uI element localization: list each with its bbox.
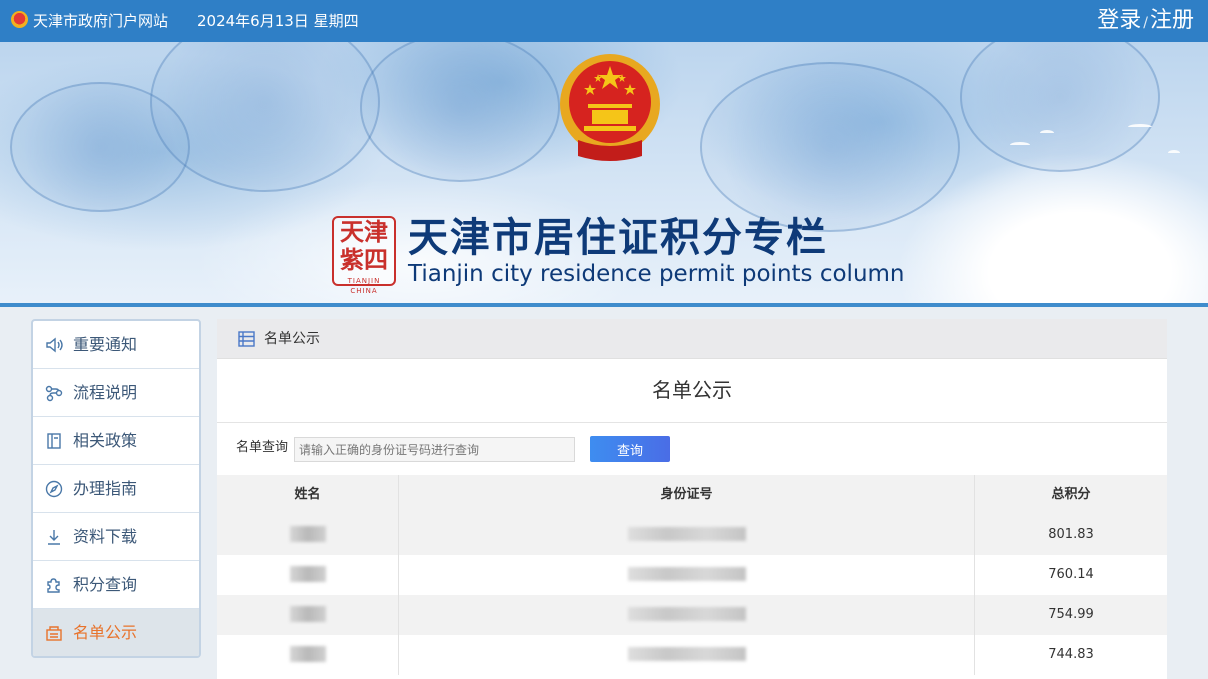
decor-rose bbox=[700, 62, 960, 232]
header-total-points: 总积分 bbox=[1051, 487, 1091, 502]
main-panel: 名单公示 名单公示 名单查询 查询 姓名 身份证号 总积分 801.83 760… bbox=[217, 319, 1167, 679]
banner-title: 天津市居住证积分专栏 bbox=[408, 215, 828, 261]
score-cell: 801.83 bbox=[1048, 527, 1094, 542]
download-icon bbox=[48, 530, 60, 545]
banner-divider bbox=[0, 303, 1208, 307]
list-icon bbox=[238, 331, 255, 347]
sidebar-item-label: 流程说明 bbox=[73, 383, 138, 402]
redacted-name bbox=[289, 605, 326, 622]
decor-bird bbox=[1168, 150, 1180, 156]
decor-bird bbox=[1128, 124, 1152, 130]
national-emblem-icon bbox=[11, 11, 28, 28]
auth-links: 登录/注册 bbox=[1097, 7, 1194, 37]
redacted-id bbox=[627, 606, 746, 621]
breadcrumb: 名单公示 bbox=[217, 319, 1167, 359]
sidebar-item-guide[interactable]: 办理指南 bbox=[33, 465, 199, 513]
table-row: 754.99 bbox=[217, 595, 1167, 635]
auth-separator: / bbox=[1143, 15, 1148, 31]
query-label: 名单查询 bbox=[236, 440, 289, 455]
name-cell bbox=[217, 635, 398, 675]
redacted-id bbox=[627, 566, 746, 581]
redacted-id bbox=[627, 526, 746, 541]
table-header-row: 姓名 身份证号 总积分 bbox=[217, 475, 1167, 515]
sidebar-item-list-publicity[interactable]: 名单公示 bbox=[33, 609, 199, 656]
national-emblem bbox=[560, 54, 660, 161]
sidebar-item-process[interactable]: 流程说明 bbox=[33, 369, 199, 417]
table-row: 760.14 bbox=[217, 555, 1167, 595]
redacted-name bbox=[289, 525, 326, 542]
header-banner: 天津 紫四 TIANJIN CHINA 天津市居住证积分专栏 Tianjin c… bbox=[0, 42, 1208, 304]
name-cell bbox=[217, 555, 398, 595]
sidebar-item-label: 名单公示 bbox=[73, 623, 138, 642]
decor-bird bbox=[1010, 142, 1030, 148]
decor-rose bbox=[150, 42, 380, 192]
site-home-link[interactable]: 天津市政府门户网站 bbox=[33, 11, 168, 31]
points-table: 姓名 身份证号 总积分 801.83 760.14 754.99 744.83 bbox=[217, 475, 1167, 675]
tianjin-seal-logo: 天津 紫四 TIANJIN CHINA bbox=[332, 216, 396, 295]
sidebar-item-points-query[interactable]: 积分查询 bbox=[33, 561, 199, 609]
sidebar-item-label: 积分查询 bbox=[73, 575, 138, 594]
table-row: 801.83 bbox=[217, 515, 1167, 555]
speaker-icon bbox=[46, 337, 63, 353]
header-id-number: 身份证号 bbox=[398, 475, 975, 515]
decor-rose bbox=[10, 82, 190, 212]
sidebar-item-policies[interactable]: 相关政策 bbox=[33, 417, 199, 465]
banner-subtitle: Tianjin city residence permit points col… bbox=[408, 261, 905, 287]
query-button[interactable]: 查询 bbox=[590, 436, 670, 462]
redacted-id bbox=[627, 646, 746, 661]
login-link[interactable]: 登录 bbox=[1097, 8, 1141, 33]
decor-bird bbox=[1040, 130, 1054, 136]
sidebar-item-label: 相关政策 bbox=[73, 431, 138, 450]
sidebar-nav: 重要通知 流程说明 相关政策 办理指南 资料下载 积分查询 名单公示 bbox=[31, 319, 201, 658]
sidebar-item-label: 资料下载 bbox=[73, 527, 138, 546]
sidebar-item-downloads[interactable]: 资料下载 bbox=[33, 513, 199, 561]
flow-icon bbox=[45, 385, 63, 402]
breadcrumb-label: 名单公示 bbox=[264, 331, 320, 347]
current-date: 2024年6月13日 星期四 bbox=[197, 12, 359, 30]
sidebar-item-label: 重要通知 bbox=[73, 335, 138, 354]
page-title: 名单公示 bbox=[652, 378, 732, 402]
id-cell bbox=[398, 555, 975, 595]
name-cell bbox=[217, 595, 398, 635]
puzzle-icon bbox=[47, 578, 60, 593]
title-divider bbox=[217, 422, 1167, 423]
redacted-name bbox=[289, 645, 326, 662]
header-name: 姓名 bbox=[294, 487, 321, 502]
sidebar-item-label: 办理指南 bbox=[73, 479, 138, 498]
redacted-name bbox=[289, 565, 326, 582]
score-cell: 744.83 bbox=[1048, 647, 1094, 662]
sidebar-item-notices[interactable]: 重要通知 bbox=[33, 321, 199, 369]
book-icon bbox=[47, 433, 61, 449]
id-cell bbox=[398, 515, 975, 555]
compass-icon bbox=[45, 480, 63, 498]
score-cell: 754.99 bbox=[1048, 607, 1094, 622]
score-cell: 760.14 bbox=[1048, 567, 1094, 582]
register-link[interactable]: 注册 bbox=[1150, 8, 1194, 33]
name-cell bbox=[217, 515, 398, 555]
table-row: 744.83 bbox=[217, 635, 1167, 675]
decor-rose bbox=[360, 42, 560, 182]
decor-rose bbox=[960, 42, 1160, 172]
id-cell bbox=[398, 635, 975, 675]
id-search-input[interactable] bbox=[294, 437, 575, 462]
id-cell bbox=[398, 595, 975, 635]
top-bar: 天津市政府门户网站 2024年6月13日 星期四 登录/注册 bbox=[0, 0, 1208, 42]
list-board-icon bbox=[46, 626, 62, 641]
